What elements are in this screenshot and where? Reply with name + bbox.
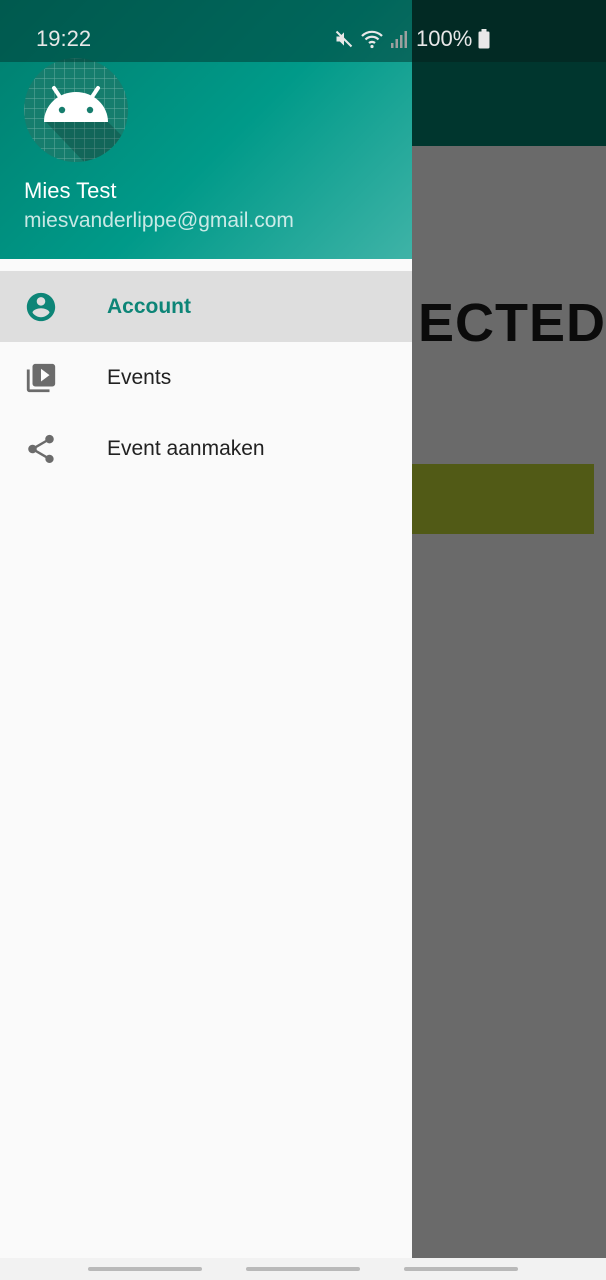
battery-icon: [478, 29, 490, 49]
status-icons: 100%: [334, 26, 490, 52]
drawer-item-label: Account: [107, 294, 191, 318]
nav-home-handle[interactable]: [246, 1267, 360, 1271]
drawer-menu: Account Events Event aanmaken: [0, 271, 412, 484]
avatar[interactable]: [24, 58, 128, 162]
drawer-item-label: Events: [107, 365, 172, 389]
user-email: miesvanderlippe@gmail.com: [24, 209, 294, 232]
signal-icon: [391, 31, 407, 48]
android-icon: [24, 58, 128, 162]
user-name: Mies Test: [24, 178, 117, 203]
status-bar: 19:22 100%: [0, 0, 606, 62]
video-library-icon: [26, 363, 56, 392]
share-icon: [28, 434, 54, 463]
background-button: [412, 464, 594, 534]
battery-level: 100%: [416, 26, 473, 51]
nav-back-handle[interactable]: [404, 1267, 518, 1271]
drawer-item-events[interactable]: Events: [0, 342, 412, 413]
mute-icon: [335, 30, 353, 48]
nav-recents-handle[interactable]: [88, 1267, 202, 1271]
status-time: 19:22: [36, 26, 92, 51]
background-heading: ECTED: [418, 293, 606, 353]
wifi-icon: [361, 30, 383, 49]
drawer-item-event-aanmaken[interactable]: Event aanmaken: [0, 413, 412, 484]
account-circle-icon: [26, 292, 56, 321]
navigation-drawer: Mies Test miesvanderlippe@gmail.com Acco…: [0, 0, 412, 1258]
drawer-item-label: Event aanmaken: [107, 436, 265, 460]
drawer-item-account[interactable]: Account: [0, 271, 412, 342]
navigation-bar: [0, 1258, 606, 1280]
